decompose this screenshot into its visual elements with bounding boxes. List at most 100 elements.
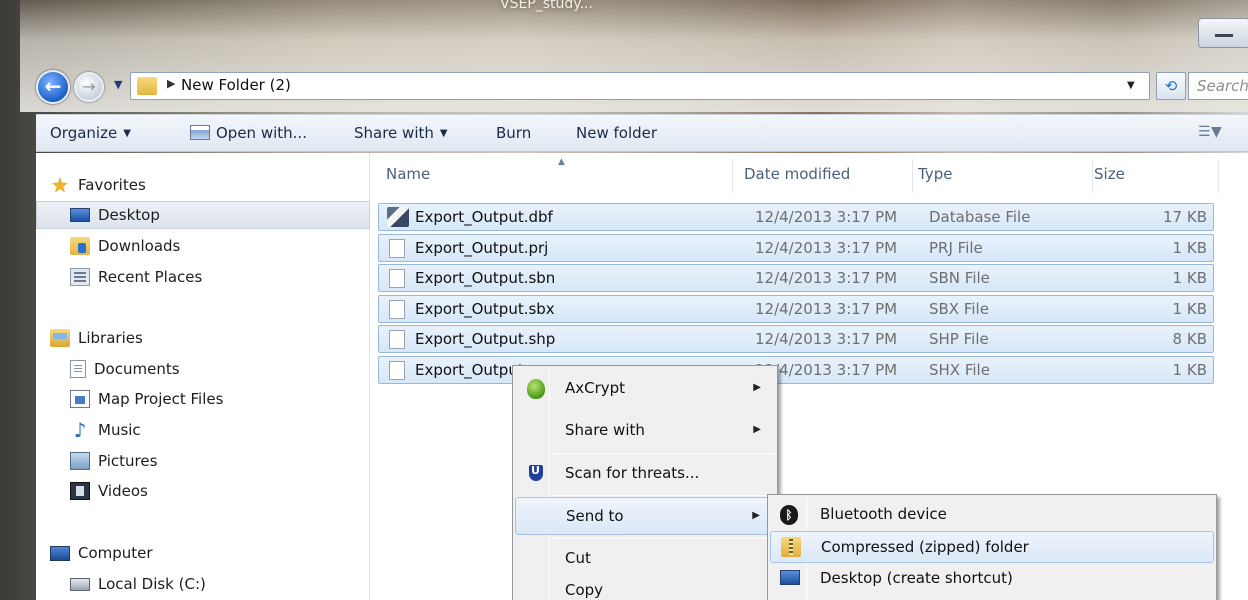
database-file-icon: [387, 207, 409, 227]
send-to-submenu: ᛒ Bluetooth device Compressed (zipped) f…: [767, 494, 1217, 600]
menu-item-copy[interactable]: Copy: [515, 572, 775, 600]
file-date: 12/4/2013 3:17 PM: [755, 239, 898, 257]
menu-label: Copy: [565, 581, 604, 599]
open-with-button[interactable]: Open with...: [190, 124, 307, 142]
menu-item-desktop-shortcut[interactable]: Desktop (create shortcut): [770, 563, 1214, 595]
menu-separator: [553, 453, 775, 454]
view-options-icon[interactable]: ☰ ▼: [1198, 124, 1222, 140]
menu-label: Send to: [566, 507, 624, 525]
nav-local-disk[interactable]: Local Disk (C:): [70, 570, 370, 598]
nav-label: Desktop: [98, 206, 160, 224]
nav-label: Local Disk (C:): [98, 575, 206, 593]
column-divider[interactable]: [732, 159, 733, 193]
breadcrumb[interactable]: New Folder (2): [181, 76, 291, 94]
nav-favorites[interactable]: ★ Favorites: [50, 171, 370, 199]
share-with-label: Share with: [354, 124, 434, 142]
nav-computer[interactable]: Computer: [50, 539, 370, 567]
menu-item-share-with[interactable]: Share with ▶: [515, 412, 775, 450]
table-row[interactable]: Export_Output.sbx 12/4/2013 3:17 PM SBX …: [378, 295, 1214, 323]
share-with-button[interactable]: Share with ▼: [354, 124, 448, 142]
address-bar[interactable]: ▶ New Folder (2) ▼: [130, 72, 1150, 100]
nav-label: Pictures: [98, 452, 158, 470]
column-header-name[interactable]: Name: [386, 165, 430, 183]
file-type: SHX File: [929, 361, 990, 379]
file-date: 12/4/2013 3:17 PM: [755, 330, 898, 348]
nav-libraries[interactable]: Libraries: [50, 324, 370, 352]
pictures-icon: [70, 452, 90, 470]
column-header-type[interactable]: Type: [918, 165, 952, 183]
search-input[interactable]: Search: [1188, 72, 1248, 100]
nav-desktop[interactable]: Desktop: [36, 201, 370, 229]
nav-label: Libraries: [78, 329, 143, 347]
table-row[interactable]: Export_Output.shp 12/4/2013 3:17 PM SHP …: [378, 325, 1214, 353]
menu-label: Scan for threats...: [565, 464, 700, 482]
forward-button[interactable]: →: [74, 72, 104, 102]
address-dropdown-icon[interactable]: ▼: [1127, 80, 1135, 91]
recent-places-icon: [70, 268, 90, 286]
table-row[interactable]: Export_Output.dbf 12/4/2013 3:17 PM Data…: [378, 203, 1214, 231]
file-size: 1 KB: [1172, 300, 1207, 318]
menu-item-bluetooth[interactable]: ᛒ Bluetooth device: [770, 499, 1214, 531]
submenu-arrow-icon: ▶: [753, 382, 761, 393]
menu-label: Share with: [565, 421, 645, 439]
menu-item-send-to[interactable]: Send to ▶: [515, 497, 775, 535]
disk-icon: [70, 577, 90, 591]
menu-label: Bluetooth device: [820, 505, 947, 523]
file-type: SHP File: [929, 330, 989, 348]
recent-pages-dropdown[interactable]: ▼: [114, 78, 122, 91]
window-title: VSEP_study...: [500, 0, 593, 12]
organize-label: Organize: [50, 124, 118, 142]
column-divider[interactable]: [1218, 159, 1219, 193]
burn-button[interactable]: Burn: [496, 124, 531, 142]
table-row[interactable]: Export_Output.prj 12/4/2013 3:17 PM PRJ …: [378, 234, 1214, 262]
blank-file-icon: [389, 300, 405, 319]
nav-map-project-files[interactable]: Map Project Files: [70, 385, 370, 413]
folder-icon: [137, 77, 157, 95]
libraries-icon: [50, 329, 70, 347]
breadcrumb-separator-icon[interactable]: ▶: [167, 77, 175, 90]
nav-label: Recent Places: [98, 268, 203, 286]
sort-ascending-icon: ▲: [558, 157, 565, 167]
zip-folder-icon: [781, 537, 801, 557]
nav-music[interactable]: ♪ Music: [70, 416, 370, 444]
submenu-arrow-icon: ▶: [753, 424, 761, 435]
nav-label: Computer: [78, 544, 153, 562]
minimize-button[interactable]: [1198, 18, 1248, 48]
antivirus-shield-icon: [529, 464, 543, 481]
music-icon: ♪: [73, 418, 87, 442]
menu-item-scan-for-threats[interactable]: Scan for threats...: [515, 455, 775, 493]
star-icon: ★: [51, 173, 69, 197]
nav-documents[interactable]: Documents: [70, 355, 370, 383]
organize-button[interactable]: Organize ▼: [50, 124, 131, 142]
blank-file-icon: [389, 330, 405, 349]
file-date: 12/4/2013 3:17 PM: [755, 208, 898, 226]
menu-item-compressed-folder[interactable]: Compressed (zipped) folder: [770, 531, 1214, 563]
refresh-button[interactable]: ⟲: [1156, 72, 1186, 100]
column-divider[interactable]: [1092, 159, 1093, 193]
new-folder-button[interactable]: New folder: [576, 124, 657, 142]
table-row[interactable]: Export_Output.s 12/4/2013 3:17 PM SHX Fi…: [378, 356, 1214, 384]
menu-label: AxCrypt: [565, 379, 626, 397]
nav-label: Map Project Files: [98, 390, 224, 408]
menu-label: Compressed (zipped) folder: [821, 538, 1029, 556]
column-header-size[interactable]: Size: [1094, 165, 1125, 183]
document-icon: [70, 360, 86, 378]
column-divider[interactable]: [912, 159, 913, 193]
file-size: 17 KB: [1163, 208, 1207, 226]
table-row[interactable]: Export_Output.sbn 12/4/2013 3:17 PM SBN …: [378, 264, 1214, 292]
column-header-date[interactable]: Date modified: [744, 165, 850, 183]
nav-label: Videos: [98, 482, 148, 500]
computer-icon: [50, 545, 70, 561]
nav-recent-places[interactable]: Recent Places: [70, 263, 370, 291]
menu-separator: [553, 538, 775, 539]
nav-pictures[interactable]: Pictures: [70, 447, 370, 475]
nav-videos[interactable]: Videos: [70, 477, 370, 505]
desktop-icon: [70, 208, 90, 222]
menu-label: Desktop (create shortcut): [820, 569, 1013, 587]
file-date: 12/4/2013 3:17 PM: [755, 269, 898, 287]
back-button[interactable]: ←: [36, 70, 70, 104]
file-name: Export_Output.shp: [415, 330, 556, 348]
menu-item-axcrypt[interactable]: AxCrypt ▶: [515, 370, 775, 408]
file-type: Database File: [929, 208, 1031, 226]
nav-downloads[interactable]: Downloads: [70, 232, 370, 260]
